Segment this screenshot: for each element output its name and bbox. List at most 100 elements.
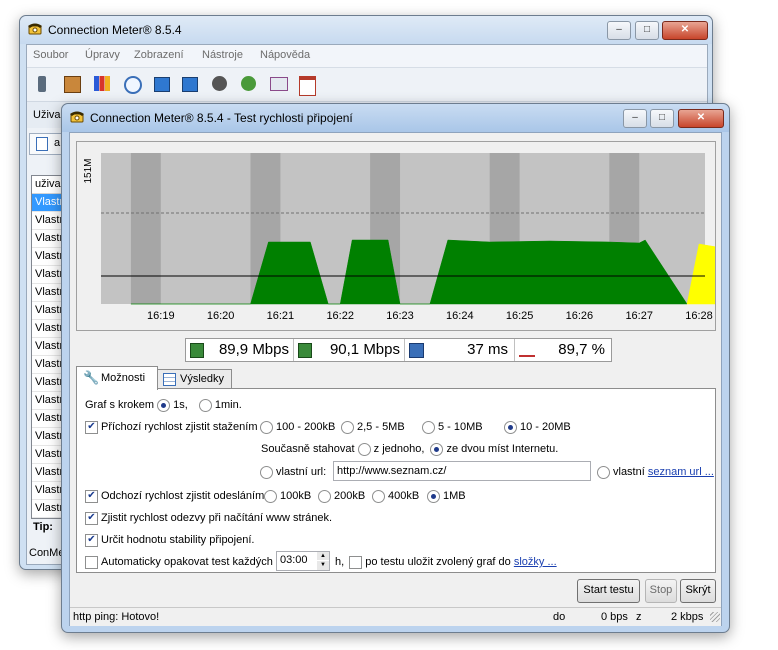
wrench-icon: 🔧 bbox=[83, 370, 100, 385]
hide-button[interactable]: Skrýt bbox=[680, 579, 716, 603]
menu-napoveda[interactable]: Nápověda bbox=[260, 49, 310, 61]
mail-icon[interactable] bbox=[270, 77, 288, 91]
main-status: ConMe bbox=[29, 547, 65, 559]
globe-icon[interactable] bbox=[241, 76, 256, 91]
x-tick-label: 16:28 bbox=[685, 310, 713, 322]
auto-repeat-label: Automaticky opakovat test každých bbox=[101, 556, 273, 568]
menu-nastroje[interactable]: Nástroje bbox=[202, 49, 243, 61]
upload-checkbox[interactable]: ✔ bbox=[85, 489, 98, 503]
auto-repeat-checkbox[interactable] bbox=[85, 555, 98, 569]
ul-100-radio[interactable] bbox=[264, 489, 277, 503]
hours-suffix: h, bbox=[335, 556, 345, 568]
own-list-row: vlastní seznam url ... bbox=[597, 465, 714, 479]
main-titlebar[interactable]: Connection Meter® 8.5.4 – □ ✕ bbox=[20, 16, 712, 44]
download-row: ✔ Příchozí rychlost zjistit stažením bbox=[85, 420, 258, 434]
stability-icon bbox=[519, 344, 535, 357]
dialog-close-button[interactable]: ✕ bbox=[678, 109, 724, 128]
own-url-label: vlastní url: bbox=[276, 466, 327, 478]
network-up-icon[interactable] bbox=[154, 77, 170, 92]
filter-label: Uživa bbox=[33, 109, 61, 121]
phone-icon bbox=[70, 111, 84, 123]
menu-soubor[interactable]: Soubor bbox=[33, 49, 68, 61]
own-list-label: vlastní bbox=[613, 466, 645, 478]
upload-check-label: Odchozí rychlost zjistit odesláním bbox=[101, 490, 265, 502]
modem-icon[interactable] bbox=[64, 76, 81, 93]
concurrent-one-radio[interactable] bbox=[357, 442, 371, 456]
clock-icon[interactable] bbox=[124, 76, 142, 94]
stability-stat: 89,7 % bbox=[515, 339, 611, 361]
chart-bars-icon[interactable] bbox=[94, 76, 110, 91]
save-graph-checkbox[interactable] bbox=[349, 555, 363, 569]
dl-5-10-radio[interactable] bbox=[422, 420, 435, 434]
tip-label: Tip: bbox=[33, 521, 53, 533]
auto-repeat-value[interactable]: 03:00 bbox=[280, 554, 308, 566]
graph-step-1s-radio[interactable] bbox=[157, 398, 171, 412]
status-text: http ping: Hotovo! bbox=[73, 611, 160, 623]
main-minimize-button[interactable]: – bbox=[607, 21, 631, 40]
dialog-titlebar[interactable]: Connection Meter® 8.5.4 - Test rychlosti… bbox=[62, 104, 729, 132]
x-tick-label: 16:23 bbox=[386, 310, 414, 322]
dl-2-5-radio[interactable] bbox=[341, 420, 354, 434]
stop-button[interactable]: Stop bbox=[645, 579, 677, 603]
dl-option-2: 2,5 - 5MB bbox=[341, 420, 405, 434]
dialog-title: Connection Meter® 8.5.4 - Test rychlosti… bbox=[90, 111, 353, 125]
ul-1mb-radio[interactable] bbox=[427, 489, 440, 503]
gauge-icon[interactable] bbox=[212, 76, 227, 91]
x-tick-label: 16:22 bbox=[326, 310, 354, 322]
start-test-button[interactable]: Start testu bbox=[577, 579, 640, 603]
download-icon bbox=[190, 343, 204, 358]
auto-repeat-stepper[interactable]: 03:00 ▲ ▼ bbox=[276, 551, 330, 571]
dl-option-3: 5 - 10MB bbox=[422, 420, 483, 434]
menu-upravy[interactable]: Úpravy bbox=[85, 49, 120, 61]
main-close-button[interactable]: ✕ bbox=[662, 21, 708, 40]
stepper-down-icon[interactable]: ▼ bbox=[317, 561, 329, 570]
concurrent-two-radio[interactable] bbox=[430, 442, 444, 456]
dl-5-10-label: 5 - 10MB bbox=[438, 421, 483, 433]
own-url-input[interactable] bbox=[333, 461, 591, 481]
x-tick-label: 16:19 bbox=[147, 310, 175, 322]
folder-link[interactable]: složky ... bbox=[514, 556, 557, 568]
dl-100-200-label: 100 - 200kB bbox=[276, 421, 336, 433]
dl-10-20-radio[interactable] bbox=[504, 420, 517, 434]
network-down-icon[interactable] bbox=[182, 77, 198, 92]
ul-400-label: 400kB bbox=[388, 490, 420, 502]
resize-grip-icon[interactable] bbox=[710, 612, 720, 622]
status-z-value: 2 kbps bbox=[671, 611, 704, 623]
speed-test-dialog: Connection Meter® 8.5.4 - Test rychlosti… bbox=[61, 103, 730, 633]
dl-10-20-label: 10 - 20MB bbox=[520, 421, 571, 433]
download-check-label: Příchozí rychlost zjistit stažením bbox=[101, 421, 258, 433]
tab-options[interactable]: 🔧 Možnosti bbox=[76, 366, 158, 390]
response-checkbox[interactable]: ✔ bbox=[85, 511, 98, 525]
stability-value: 89,7 % bbox=[558, 341, 605, 358]
table-icon bbox=[163, 373, 176, 386]
graph-step-row: Graf s krokem 1s, 1min. bbox=[85, 398, 242, 412]
stepper-up-icon[interactable]: ▲ bbox=[317, 552, 329, 560]
own-url-radio[interactable] bbox=[260, 465, 273, 479]
tab-options-label: Možnosti bbox=[101, 372, 146, 384]
stability-checkbox[interactable]: ✔ bbox=[85, 533, 98, 547]
document-icon bbox=[36, 137, 48, 151]
x-tick-label: 16:25 bbox=[506, 310, 534, 322]
dialog-minimize-button[interactable]: – bbox=[623, 109, 647, 128]
dialog-client: 151M 16:19 16:20 16:21 16:22 16:23 16:24 16:25 1… bbox=[69, 132, 722, 626]
dl-100-200-radio[interactable] bbox=[260, 420, 273, 434]
speed-chart: 151M 16:19 16:20 16:21 16:22 16:23 16:24 16:25 1… bbox=[83, 153, 715, 322]
download-checkbox[interactable]: ✔ bbox=[85, 420, 98, 434]
speed-chart-panel: 151M 16:19 16:20 16:21 16:22 16:23 16:24 16:25 1… bbox=[76, 141, 716, 331]
graph-step-1min-radio[interactable] bbox=[198, 398, 212, 412]
ul-400-radio[interactable] bbox=[372, 489, 385, 503]
main-maximize-button[interactable]: □ bbox=[635, 21, 659, 40]
url-list-link[interactable]: seznam url ... bbox=[648, 466, 714, 478]
own-list-radio[interactable] bbox=[597, 465, 610, 479]
calendar-icon[interactable] bbox=[299, 76, 316, 96]
ul-200-radio[interactable] bbox=[318, 489, 331, 503]
upload-stat: 90,1 Mbps bbox=[294, 339, 405, 361]
menu-zobrazeni[interactable]: Zobrazení bbox=[134, 49, 184, 61]
tab-results[interactable]: Výsledky bbox=[157, 369, 232, 389]
phone-icon[interactable] bbox=[38, 76, 46, 92]
ping-icon bbox=[409, 343, 424, 358]
concurrent-one-label: z jednoho, bbox=[373, 443, 425, 455]
x-tick-label: 16:21 bbox=[267, 310, 295, 322]
dl-option-4: 10 - 20MB bbox=[504, 420, 571, 434]
dialog-maximize-button[interactable]: □ bbox=[650, 109, 674, 128]
